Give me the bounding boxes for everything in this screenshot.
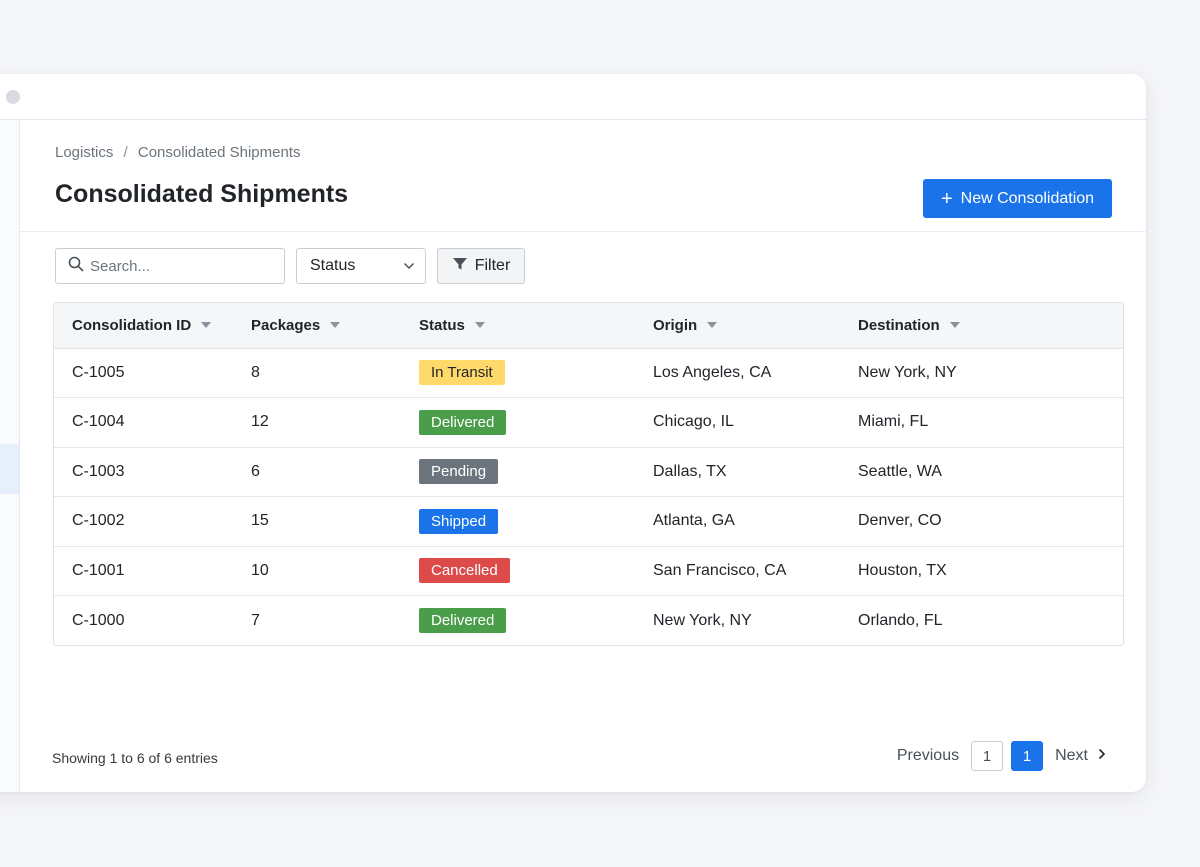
cell-packages: 12 [251, 413, 269, 431]
page-button-active[interactable]: 1 [1011, 741, 1044, 771]
entries-info: Showing 1 to 6 of 6 entries [52, 750, 218, 766]
next-page-label: Next [1055, 747, 1088, 764]
table-row[interactable]: C-1004 12 Delivered Chicago, IL Miami, F… [54, 398, 1123, 448]
table-row[interactable]: C-1005 8 In Transit Los Angeles, CA New … [54, 348, 1123, 398]
sort-caret-icon [707, 322, 718, 329]
status-badge: Cancelled [419, 558, 510, 584]
page-button[interactable]: 1 [971, 741, 1004, 771]
cell-origin: New York, NY [653, 611, 752, 629]
column-header-destination[interactable]: Destination [858, 303, 1123, 349]
table-header-row: Consolidation ID Packages Status Origin … [54, 303, 1123, 349]
window-titlebar [0, 74, 1146, 120]
plus-icon: + [940, 187, 953, 210]
column-header-consolidation-id[interactable]: Consolidation ID [54, 303, 251, 349]
toolbar: Status Filter [55, 248, 525, 284]
window-control-dot[interactable] [6, 90, 20, 104]
filter-button[interactable]: Filter [437, 248, 525, 284]
main-content: Logistics / Consolidated Shipments Conso… [20, 120, 1146, 792]
cell-destination: New York, NY [858, 363, 957, 381]
table-row[interactable]: C-1000 7 Delivered New York, NY Orlando,… [54, 596, 1123, 646]
sort-caret-icon [330, 322, 341, 329]
filter-icon [452, 257, 468, 276]
cell-destination: Houston, TX [858, 561, 947, 579]
sort-caret-icon [201, 322, 212, 329]
cell-destination: Orlando, FL [858, 611, 943, 629]
cell-consolidation-id: C-1004 [72, 413, 125, 431]
status-badge: Shipped [419, 508, 499, 534]
table-row[interactable]: C-1002 15 Shipped Atlanta, GA Denver, CO [54, 497, 1123, 547]
previous-page-button[interactable]: Previous [897, 747, 959, 765]
table-row[interactable]: C-1001 10 Cancelled San Francisco, CA Ho… [54, 546, 1123, 596]
cell-destination: Seattle, WA [858, 462, 942, 480]
cell-consolidation-id: C-1002 [72, 512, 125, 530]
sort-caret-icon [474, 322, 485, 329]
cell-origin: Los Angeles, CA [653, 363, 772, 381]
cell-destination: Denver, CO [858, 512, 942, 530]
status-badge: Pending [419, 459, 499, 485]
chevron-right-icon [1098, 747, 1106, 765]
header-divider [20, 231, 1146, 232]
cell-status: Pending [419, 447, 653, 497]
status-badge: Delivered [419, 608, 507, 633]
column-header-origin[interactable]: Origin [653, 303, 858, 349]
cell-status: Cancelled [419, 546, 653, 596]
page-title: Consolidated Shipments [55, 180, 349, 208]
sidebar [0, 120, 20, 792]
search-icon [68, 256, 84, 277]
breadcrumb-separator: / [123, 144, 128, 161]
table-row[interactable]: C-1003 6 Pending Dallas, TX Seattle, WA [54, 447, 1123, 497]
cell-packages: 8 [251, 363, 260, 381]
column-header-status[interactable]: Status [419, 303, 653, 349]
cell-origin: Atlanta, GA [653, 512, 735, 530]
cell-origin: Chicago, IL [653, 413, 734, 431]
cell-status: Delivered [419, 398, 653, 448]
cell-consolidation-id: C-1003 [72, 462, 125, 480]
cell-packages: 10 [251, 561, 269, 579]
chevron-down-icon [403, 257, 415, 275]
status-badge: In Transit [419, 360, 505, 386]
next-page-button[interactable]: Next [1055, 747, 1106, 765]
status-select-value: Status [310, 257, 356, 274]
search-input[interactable] [90, 257, 270, 275]
cell-origin: Dallas, TX [653, 462, 727, 480]
cell-consolidation-id: C-1001 [72, 561, 125, 579]
new-consolidation-button[interactable]: + New Consolidation [923, 179, 1112, 218]
cell-destination: Miami, FL [858, 413, 929, 431]
cell-origin: San Francisco, CA [653, 561, 787, 579]
column-header-packages[interactable]: Packages [251, 303, 419, 349]
breadcrumb-item-logistics[interactable]: Logistics [55, 144, 113, 161]
new-consolidation-label: New Consolidation [960, 189, 1095, 207]
cell-consolidation-id: C-1000 [72, 611, 125, 629]
cell-packages: 15 [251, 512, 269, 530]
sort-caret-icon [949, 322, 960, 329]
search-box[interactable] [55, 248, 285, 284]
breadcrumb: Logistics / Consolidated Shipments [55, 144, 300, 161]
sidebar-item-active[interactable] [0, 444, 19, 494]
status-select[interactable]: Status [296, 248, 426, 284]
status-badge: Delivered [419, 409, 507, 435]
cell-status: Shipped [419, 497, 653, 547]
breadcrumb-item-current: Consolidated Shipments [137, 144, 301, 161]
shipments-table: Consolidation ID Packages Status Origin … [53, 302, 1124, 646]
cell-status: In Transit [419, 348, 653, 398]
cell-status: Delivered [419, 596, 653, 646]
cell-packages: 7 [251, 611, 260, 629]
pagination: Previous 1 1 Next [897, 741, 1106, 771]
filter-label: Filter [474, 257, 511, 274]
app-window: Logistics / Consolidated Shipments Conso… [0, 74, 1146, 792]
cell-consolidation-id: C-1005 [72, 363, 125, 381]
cell-packages: 6 [251, 462, 260, 480]
